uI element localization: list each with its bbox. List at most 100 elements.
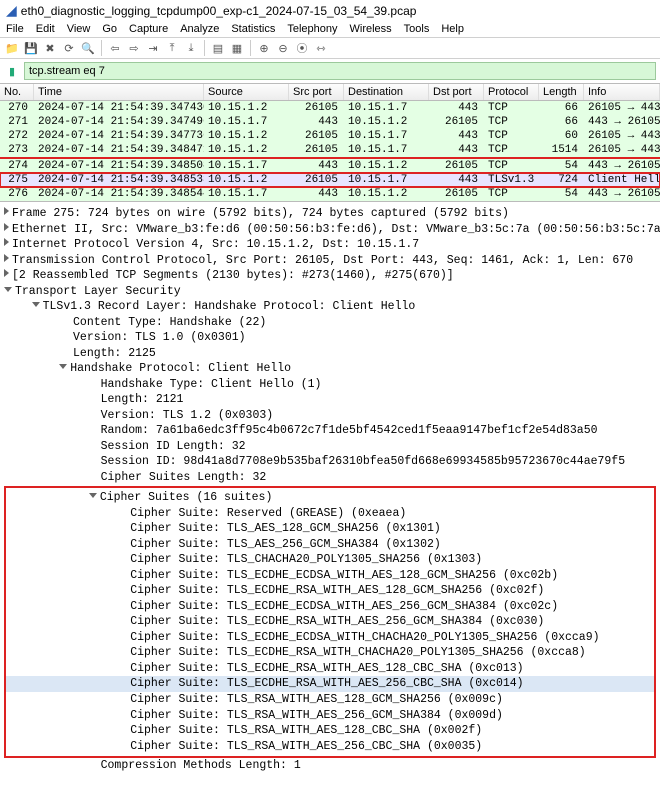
- menu-statistics[interactable]: Statistics: [231, 23, 275, 35]
- save-icon[interactable]: 💾: [23, 40, 39, 56]
- packet-row[interactable]: 2762024-07-14 21:54:39.34854410.15.1.744…: [0, 187, 660, 201]
- col-srcport[interactable]: Src port: [289, 84, 344, 100]
- expand-down-icon[interactable]: [89, 491, 100, 504]
- detail-line[interactable]: Handshake Protocol: Client Hello: [4, 361, 656, 377]
- col-time[interactable]: Time: [34, 84, 204, 100]
- detail-line[interactable]: Cipher Suite: TLS_RSA_WITH_AES_256_CBC_S…: [6, 739, 654, 755]
- display-filter-input[interactable]: [24, 62, 656, 80]
- last-icon[interactable]: ⤓: [183, 40, 199, 56]
- detail-line[interactable]: Cipher Suite: TLS_ECDHE_ECDSA_WITH_CHACH…: [6, 630, 654, 646]
- detail-line[interactable]: Session ID Length: 32: [4, 439, 656, 455]
- detail-line[interactable]: Ethernet II, Src: VMware_b3:fe:d6 (00:50…: [4, 222, 656, 238]
- bookmark-icon[interactable]: ▮: [4, 63, 20, 79]
- colorize-icon[interactable]: ▦: [229, 40, 245, 56]
- detail-line[interactable]: Cipher Suite: TLS_ECDHE_RSA_WITH_AES_128…: [6, 661, 654, 677]
- zoomout-icon[interactable]: ⊖: [275, 40, 291, 56]
- packet-row[interactable]: 2712024-07-14 21:54:39.34749610.15.1.744…: [0, 115, 660, 129]
- detail-line[interactable]: Transmission Control Protocol, Src Port:…: [4, 253, 656, 269]
- zoom1-icon[interactable]: ⦿: [294, 40, 310, 56]
- titlebar: ◢ eth0_diagnostic_logging_tcpdump00_exp-…: [0, 0, 660, 21]
- folder-icon[interactable]: 📁: [4, 40, 20, 56]
- expand-down-icon[interactable]: [59, 362, 70, 375]
- detail-line[interactable]: Cipher Suite: TLS_ECDHE_RSA_WITH_CHACHA2…: [6, 645, 654, 661]
- detail-line[interactable]: Length: 2121: [4, 392, 656, 408]
- menu-wireless[interactable]: Wireless: [350, 23, 392, 35]
- expand-right-icon[interactable]: [4, 207, 12, 220]
- expand-right-icon[interactable]: [4, 254, 12, 267]
- packet-list-header: No.TimeSourceSrc portDestinationDst port…: [0, 84, 660, 101]
- detail-line[interactable]: Cipher Suite: TLS_ECDHE_RSA_WITH_AES_256…: [6, 676, 654, 692]
- detail-line[interactable]: Cipher Suite: TLS_ECDHE_ECDSA_WITH_AES_1…: [6, 568, 654, 584]
- detail-line[interactable]: Handshake Type: Client Hello (1): [4, 377, 656, 393]
- back-icon[interactable]: ⇦: [107, 40, 123, 56]
- col-length[interactable]: Length: [539, 84, 584, 100]
- menu-analyze[interactable]: Analyze: [180, 23, 219, 35]
- window-title: eth0_diagnostic_logging_tcpdump00_exp-c1…: [21, 4, 417, 18]
- detail-line[interactable]: Internet Protocol Version 4, Src: 10.15.…: [4, 237, 656, 253]
- close-icon[interactable]: ✖: [42, 40, 58, 56]
- detail-line[interactable]: Cipher Suites Length: 32: [4, 470, 656, 486]
- find-icon[interactable]: 🔍: [80, 40, 96, 56]
- fwd-icon[interactable]: ⇨: [126, 40, 142, 56]
- detail-line[interactable]: Cipher Suite: TLS_ECDHE_RSA_WITH_AES_128…: [6, 583, 654, 599]
- col-dstport[interactable]: Dst port: [429, 84, 484, 100]
- col-source[interactable]: Source: [204, 84, 289, 100]
- detail-line[interactable]: Cipher Suites (16 suites): [6, 490, 654, 506]
- menu-file[interactable]: File: [6, 23, 24, 35]
- col-destination[interactable]: Destination: [344, 84, 429, 100]
- detail-line[interactable]: Length: 2125: [4, 346, 656, 362]
- detail-line[interactable]: Cipher Suite: TLS_ECDHE_RSA_WITH_AES_256…: [6, 614, 654, 630]
- detail-line[interactable]: Cipher Suite: TLS_AES_128_GCM_SHA256 (0x…: [6, 521, 654, 537]
- detail-line[interactable]: Content Type: Handshake (22): [4, 315, 656, 331]
- menu-edit[interactable]: Edit: [36, 23, 55, 35]
- packet-details[interactable]: Frame 275: 724 bytes on wire (5792 bits)…: [0, 201, 660, 784]
- packet-list[interactable]: No.TimeSourceSrc portDestinationDst port…: [0, 83, 660, 201]
- detail-line[interactable]: Version: TLS 1.2 (0x0303): [4, 408, 656, 424]
- packet-row[interactable]: 2752024-07-14 21:54:39.34853310.15.1.226…: [0, 173, 660, 187]
- detail-line[interactable]: Cipher Suite: TLS_RSA_WITH_AES_128_CBC_S…: [6, 723, 654, 739]
- filterbar: ▮: [0, 59, 660, 83]
- detail-line[interactable]: Cipher Suite: Reserved (GREASE) (0xeaea): [6, 506, 654, 522]
- col-protocol[interactable]: Protocol: [484, 84, 539, 100]
- detail-line[interactable]: [2 Reassembled TCP Segments (2130 bytes)…: [4, 268, 656, 284]
- menu-go[interactable]: Go: [102, 23, 117, 35]
- autoscroll-icon[interactable]: ▤: [210, 40, 226, 56]
- detail-line[interactable]: Frame 275: 724 bytes on wire (5792 bits)…: [4, 206, 656, 222]
- toolbar: 📁 💾 ✖ ⟳ 🔍 ⇦ ⇨ ⇥ ⤒ ⤓ ▤ ▦ ⊕ ⊖ ⦿ ⇿: [0, 37, 660, 59]
- detail-line[interactable]: Session ID: 98d41a8d7708e9b535baf26310bf…: [4, 454, 656, 470]
- detail-line[interactable]: Cipher Suite: TLS_CHACHA20_POLY1305_SHA2…: [6, 552, 654, 568]
- expand-down-icon[interactable]: [32, 300, 43, 313]
- detail-line[interactable]: Cipher Suite: TLS_AES_256_GCM_SHA384 (0x…: [6, 537, 654, 553]
- jump-icon[interactable]: ⇥: [145, 40, 161, 56]
- expand-right-icon[interactable]: [4, 269, 12, 282]
- reload-icon[interactable]: ⟳: [61, 40, 77, 56]
- detail-line[interactable]: Random: 7a61ba6edc3ff95c4b0672c7f1de5bf4…: [4, 423, 656, 439]
- menu-tools[interactable]: Tools: [404, 23, 430, 35]
- detail-line[interactable]: Cipher Suite: TLS_ECDHE_ECDSA_WITH_AES_2…: [6, 599, 654, 615]
- expand-down-icon[interactable]: [4, 285, 15, 298]
- menu-view[interactable]: View: [67, 23, 91, 35]
- menu-capture[interactable]: Capture: [129, 23, 168, 35]
- expand-right-icon[interactable]: [4, 238, 12, 251]
- detail-line[interactable]: Transport Layer Security: [4, 284, 656, 300]
- packet-row[interactable]: 2702024-07-14 21:54:39.34743010.15.1.226…: [0, 101, 660, 115]
- col-info[interactable]: Info: [584, 84, 660, 100]
- packet-row[interactable]: 2742024-07-14 21:54:39.34850810.15.1.744…: [0, 157, 660, 173]
- detail-line[interactable]: Cipher Suite: TLS_RSA_WITH_AES_256_GCM_S…: [6, 708, 654, 724]
- packet-row[interactable]: 2732024-07-14 21:54:39.34847110.15.1.226…: [0, 143, 660, 157]
- detail-line[interactable]: Compression Methods Length: 1: [4, 758, 656, 774]
- col-no[interactable]: No.: [0, 84, 34, 100]
- zoomin-icon[interactable]: ⊕: [256, 40, 272, 56]
- packet-row[interactable]: 2722024-07-14 21:54:39.34773610.15.1.226…: [0, 129, 660, 143]
- expand-right-icon[interactable]: [4, 223, 12, 236]
- first-icon[interactable]: ⤒: [164, 40, 180, 56]
- detail-line[interactable]: TLSv1.3 Record Layer: Handshake Protocol…: [4, 299, 656, 315]
- detail-line[interactable]: Version: TLS 1.0 (0x0301): [4, 330, 656, 346]
- resize-icon[interactable]: ⇿: [313, 40, 329, 56]
- menubar: File Edit View Go Capture Analyze Statistics Te…: [0, 21, 660, 37]
- detail-line[interactable]: Cipher Suite: TLS_RSA_WITH_AES_128_GCM_S…: [6, 692, 654, 708]
- menu-help[interactable]: Help: [441, 23, 464, 35]
- cipher-suites-box: Cipher Suites (16 suites) Cipher Suite: …: [4, 486, 656, 758]
- menu-telephony[interactable]: Telephony: [287, 23, 337, 35]
- wireshark-icon: ◢: [6, 2, 17, 19]
